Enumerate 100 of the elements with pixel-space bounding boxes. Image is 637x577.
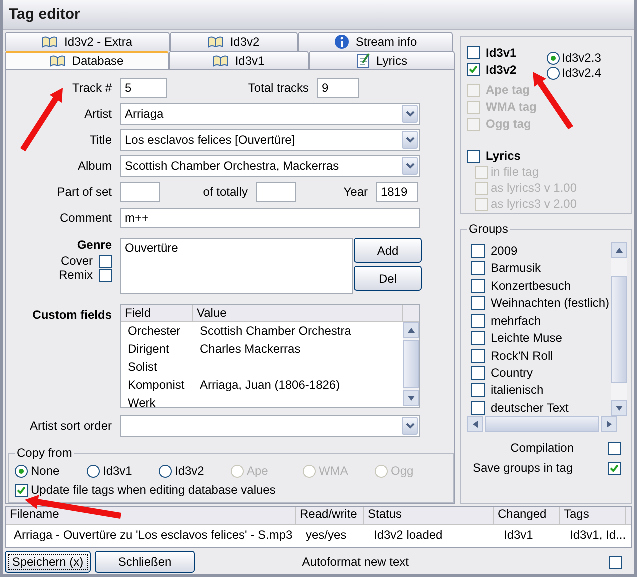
book-icon xyxy=(208,35,224,50)
dropdown-button[interactable] xyxy=(402,105,418,124)
table-cell-text: Id3v1, Id... xyxy=(569,528,626,542)
info-icon xyxy=(334,34,350,50)
radio-button[interactable] xyxy=(15,464,28,478)
column-header[interactable]: Tags xyxy=(560,507,626,524)
checkbox[interactable] xyxy=(471,366,485,380)
table-cell-text: Werk xyxy=(127,396,157,410)
field-label: Artist xyxy=(84,107,112,122)
combo-box[interactable]: Arriaga xyxy=(120,103,420,126)
tab[interactable]: Database xyxy=(5,50,169,70)
field-label: Album xyxy=(78,159,112,174)
column-header[interactable]: Field xyxy=(121,305,193,322)
checkbox[interactable] xyxy=(471,314,485,328)
field-label: Title xyxy=(90,133,112,148)
list-item[interactable]: Country xyxy=(491,366,534,380)
radio-button[interactable] xyxy=(547,66,560,80)
checkbox[interactable] xyxy=(467,150,480,163)
list-item[interactable]: Weihnachten (festlich) xyxy=(491,296,610,310)
tab[interactable]: Id3v2 xyxy=(170,32,298,51)
table-cell-text: Scottish Chamber Orchestra xyxy=(199,324,352,338)
checkbox-label: Compilation xyxy=(510,441,574,456)
checkbox[interactable] xyxy=(608,462,621,475)
dropdown-button[interactable] xyxy=(402,417,418,436)
column-header[interactable]: Read/write xyxy=(296,507,364,524)
window-title: Tag editor xyxy=(9,6,80,24)
column-header[interactable]: Status xyxy=(364,507,494,524)
combo-box[interactable]: Scottish Chamber Orchestra, Mackerras xyxy=(120,155,420,178)
field-label: Part of set xyxy=(57,185,112,200)
checkbox[interactable] xyxy=(467,46,480,60)
checkbox-label: as lyrics3 v 1.00 xyxy=(491,181,578,196)
table-cell-text: Arriaga - Ouvertüre zu 'Los esclavos felices' - S.mp3 xyxy=(13,528,294,542)
group-label: Copy from xyxy=(16,446,74,460)
checkbox-label: WMA tag xyxy=(486,100,537,114)
checkbox-label: Ape tag xyxy=(486,83,530,98)
list-item[interactable]: Rock'N Roll xyxy=(491,348,554,362)
button[interactable]: Speichern (x) xyxy=(5,551,91,574)
checkbox[interactable] xyxy=(471,261,485,276)
checkbox[interactable] xyxy=(608,442,621,455)
field-label: Year xyxy=(344,185,368,200)
caret-icon xyxy=(406,163,414,170)
radio-button[interactable] xyxy=(87,464,100,478)
caret-icon xyxy=(406,423,414,430)
radio-label: Id3v1 xyxy=(103,464,132,478)
checkbox[interactable] xyxy=(471,244,485,258)
field-label: of totally xyxy=(203,185,248,200)
list-item[interactable]: 2009 xyxy=(491,244,518,258)
radio-label: Id3v2.3 xyxy=(562,51,602,66)
checkbox[interactable] xyxy=(471,348,485,362)
book-icon xyxy=(50,54,66,68)
text-field[interactable]: m++ xyxy=(120,208,420,228)
text-field[interactable] xyxy=(120,182,160,202)
table-cell-text: Arriaga, Juan (1806-1826) xyxy=(199,378,342,392)
checkbox-label: as lyrics3 v 2.00 xyxy=(491,197,578,212)
section-label: Genre xyxy=(77,238,112,252)
genre-list[interactable]: Ouvertüre xyxy=(120,238,353,294)
scrollbar[interactable] xyxy=(611,242,627,416)
dropdown-button[interactable] xyxy=(402,157,418,176)
column-header[interactable]: Changed xyxy=(494,507,560,524)
table-cell-text: Solist xyxy=(127,360,158,374)
list-item[interactable]: deutscher Text xyxy=(491,400,569,415)
tab[interactable]: Id3v1 xyxy=(169,50,309,70)
checkbox[interactable] xyxy=(15,484,28,497)
caret-icon xyxy=(406,137,414,144)
list-item[interactable]: Leichte Muse xyxy=(491,331,562,346)
checkbox[interactable] xyxy=(471,400,485,415)
checkbox-label: Ogg tag xyxy=(486,117,532,132)
list-item[interactable]: Konzertbesuch xyxy=(491,278,572,293)
checkbox[interactable] xyxy=(99,254,112,268)
column-header[interactable]: Value xyxy=(193,305,403,322)
tab[interactable]: Stream info xyxy=(298,32,453,51)
text-field[interactable]: 9 xyxy=(317,78,359,98)
book-icon xyxy=(213,54,230,68)
list-item[interactable]: mehrfach xyxy=(491,314,542,328)
radio-button[interactable] xyxy=(547,52,560,65)
radio-button[interactable] xyxy=(159,464,172,478)
text-field[interactable]: 5 xyxy=(120,78,167,98)
list-item[interactable]: italienisch xyxy=(491,383,544,398)
button[interactable]: Schließen xyxy=(95,551,195,574)
checkbox[interactable] xyxy=(609,556,622,569)
checkbox[interactable] xyxy=(471,331,485,346)
text-field[interactable] xyxy=(256,182,296,202)
dropdown-button[interactable] xyxy=(402,131,418,150)
tab[interactable]: Lyrics xyxy=(309,50,455,70)
checkbox-label: Cover xyxy=(60,254,93,268)
combo-box[interactable]: Los esclavos felices [Ouvertüre] xyxy=(120,129,420,152)
checkbox[interactable] xyxy=(467,63,480,76)
checkbox[interactable] xyxy=(471,296,485,310)
checkbox[interactable] xyxy=(471,278,485,293)
checkbox[interactable] xyxy=(471,383,485,398)
text-field[interactable]: 1819 xyxy=(376,182,418,202)
button[interactable]: Add xyxy=(354,238,422,264)
checkbox[interactable] xyxy=(99,268,112,282)
button[interactable]: Del xyxy=(354,266,422,292)
radio-label: Id3v2.4 xyxy=(562,66,602,80)
list-item[interactable]: Barmusik xyxy=(491,261,542,276)
field-label: Comment xyxy=(60,211,112,226)
tab[interactable]: Id3v2 - Extra xyxy=(5,32,170,51)
scrollbar[interactable] xyxy=(403,322,419,406)
scrollbar[interactable] xyxy=(467,416,617,432)
